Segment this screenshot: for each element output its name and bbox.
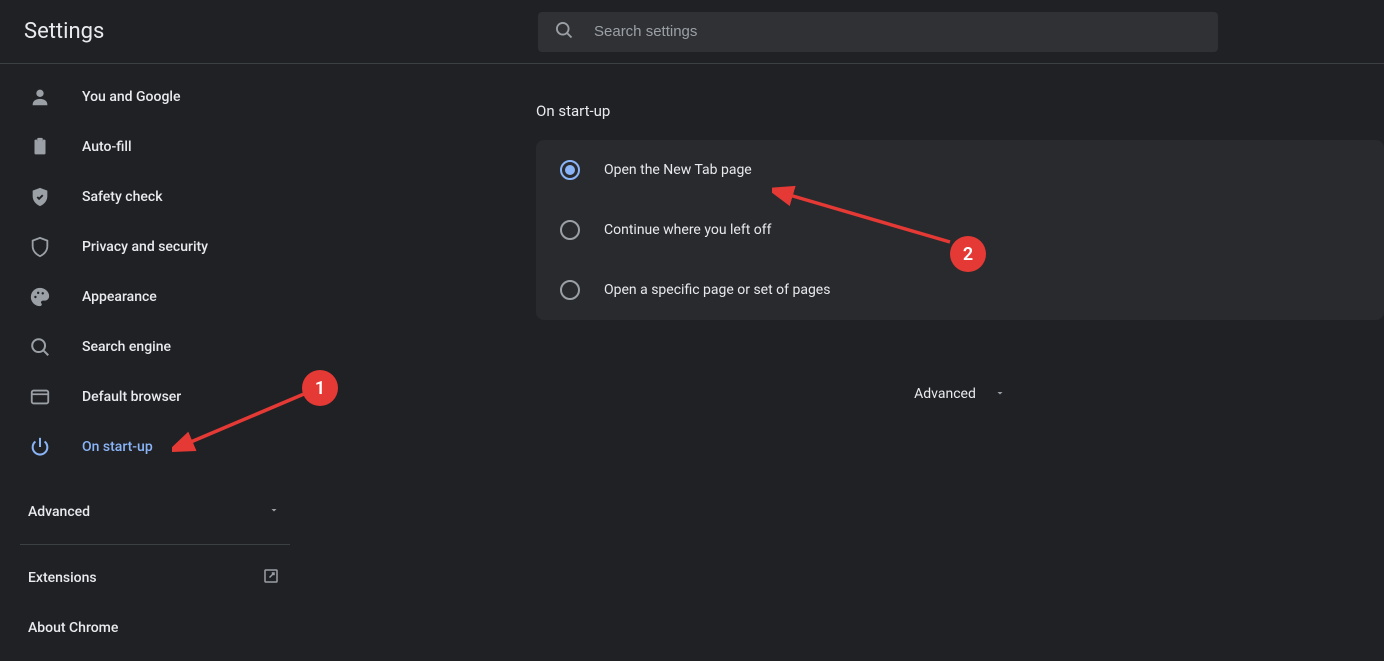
user-icon bbox=[28, 85, 52, 109]
search-icon bbox=[554, 20, 594, 44]
sidebar-advanced-label: Advanced bbox=[28, 504, 90, 520]
page-title: Settings bbox=[0, 19, 260, 44]
sidebar-item-privacy-security[interactable]: Privacy and security bbox=[0, 222, 310, 272]
topbar: Settings bbox=[0, 0, 1384, 64]
sidebar-item-label: Appearance bbox=[82, 289, 157, 305]
sidebar-item-label: You and Google bbox=[82, 89, 180, 105]
search-input[interactable] bbox=[594, 23, 1202, 40]
sidebar-item-default-browser[interactable]: Default browser bbox=[0, 372, 310, 422]
option-label: Open a specific page or set of pages bbox=[604, 282, 830, 298]
advanced-toggle-label: Advanced bbox=[914, 386, 976, 402]
option-label: Continue where you left off bbox=[604, 222, 772, 238]
sidebar-item-label: Safety check bbox=[82, 189, 163, 205]
divider bbox=[20, 544, 290, 545]
sidebar-item-search-engine[interactable]: Search engine bbox=[0, 322, 310, 372]
sidebar-item-label: Auto-fill bbox=[82, 139, 132, 155]
sidebar-item-appearance[interactable]: Appearance bbox=[0, 272, 310, 322]
search-box[interactable] bbox=[538, 12, 1218, 52]
sidebar-item-label: Default browser bbox=[82, 389, 181, 405]
sidebar-advanced-toggle[interactable]: Advanced bbox=[0, 488, 310, 536]
option-label: Open the New Tab page bbox=[604, 162, 752, 178]
shield-icon bbox=[28, 235, 52, 259]
advanced-toggle[interactable]: Advanced bbox=[536, 384, 1384, 403]
browser-icon bbox=[28, 385, 52, 409]
sidebar: You and Google Auto-fill Safety check Pr… bbox=[0, 64, 310, 661]
sidebar-item-label: Search engine bbox=[82, 339, 171, 355]
sidebar-extensions[interactable]: Extensions bbox=[0, 553, 310, 603]
sidebar-item-autofill[interactable]: Auto-fill bbox=[0, 122, 310, 172]
external-link-icon bbox=[262, 567, 280, 589]
chevron-down-icon bbox=[268, 504, 280, 520]
radio-icon bbox=[560, 280, 580, 300]
power-icon bbox=[28, 435, 52, 459]
section-title: On start-up bbox=[536, 102, 1384, 120]
search-icon bbox=[28, 335, 52, 359]
sidebar-item-you-and-google[interactable]: You and Google bbox=[0, 72, 310, 122]
sidebar-item-on-startup[interactable]: On start-up bbox=[0, 422, 310, 472]
annotation-badge-2: 2 bbox=[950, 236, 986, 272]
shield-check-icon bbox=[28, 185, 52, 209]
sidebar-item-label: On start-up bbox=[82, 439, 153, 455]
chevron-down-icon bbox=[994, 384, 1006, 403]
startup-options-card: Open the New Tab page Continue where you… bbox=[536, 140, 1384, 320]
sidebar-item-safety-check[interactable]: Safety check bbox=[0, 172, 310, 222]
radio-icon bbox=[560, 160, 580, 180]
sidebar-about-label: About Chrome bbox=[28, 620, 118, 636]
sidebar-item-label: Privacy and security bbox=[82, 239, 208, 255]
clipboard-icon bbox=[28, 135, 52, 159]
sidebar-about-chrome[interactable]: About Chrome bbox=[0, 603, 310, 653]
sidebar-extensions-label: Extensions bbox=[28, 570, 97, 586]
main-content: On start-up Open the New Tab page Contin… bbox=[310, 64, 1384, 661]
annotation-badge-1: 1 bbox=[302, 370, 338, 406]
radio-icon bbox=[560, 220, 580, 240]
option-new-tab-page[interactable]: Open the New Tab page bbox=[536, 140, 1384, 200]
palette-icon bbox=[28, 285, 52, 309]
